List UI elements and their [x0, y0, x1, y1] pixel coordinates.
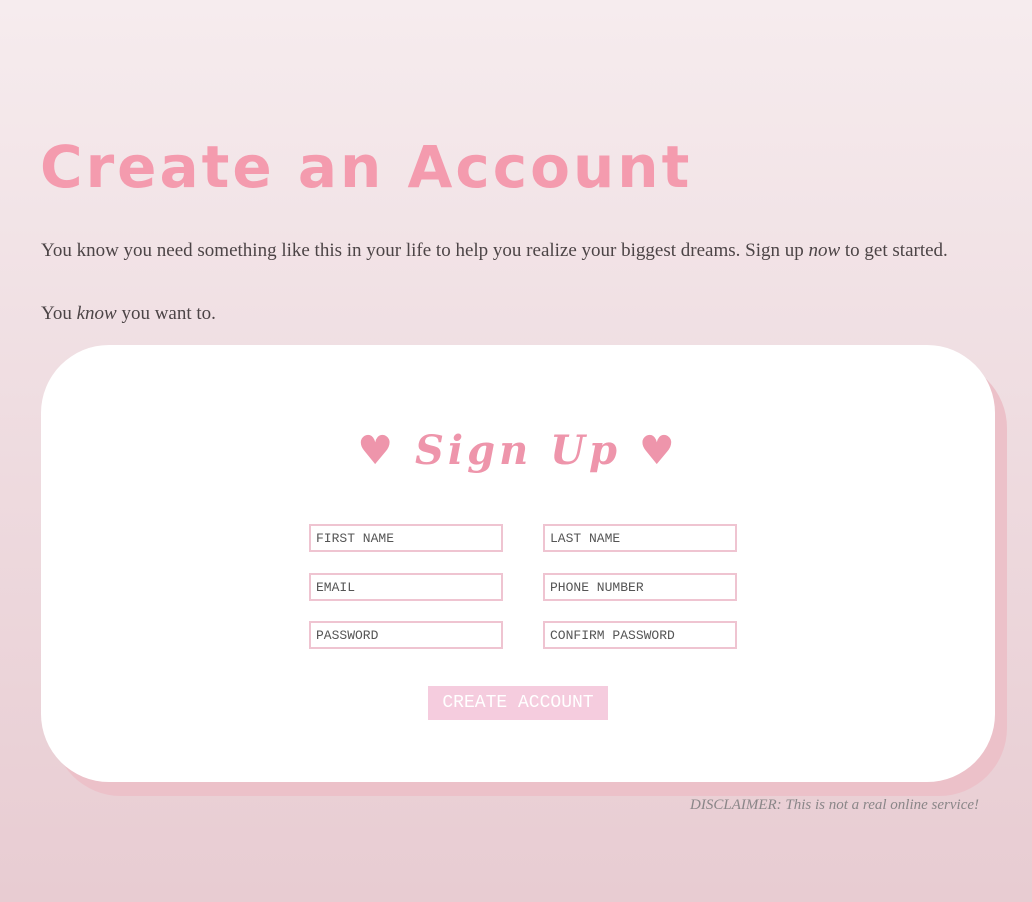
- signup-title-text: Sign Up: [415, 427, 621, 474]
- intro-text-end: to get started.: [840, 240, 948, 261]
- first-name-field[interactable]: [309, 524, 503, 552]
- tagline-text-start: You: [41, 303, 77, 324]
- intro-emphasis: now: [808, 240, 841, 261]
- intro-text: You know you need something like this in…: [41, 240, 948, 263]
- last-name-field[interactable]: [543, 524, 737, 552]
- tagline-emphasis: know: [76, 303, 117, 324]
- confirm-password-field[interactable]: [543, 621, 737, 649]
- tagline-text: You know you want to.: [41, 303, 216, 326]
- create-account-button[interactable]: CREATE ACCOUNT: [428, 686, 608, 720]
- phone-number-field[interactable]: [543, 573, 737, 601]
- intro-text-start: You know you need something like this in…: [41, 240, 809, 261]
- heart-icon-right: ♥: [638, 427, 679, 474]
- signup-title: ♥ Sign Up ♥: [41, 427, 995, 474]
- signup-card: ♥ Sign Up ♥ CREATE ACCOUNT: [41, 345, 995, 782]
- password-field[interactable]: [309, 621, 503, 649]
- heart-icon-left: ♥: [357, 427, 398, 474]
- disclaimer-text: DISCLAIMER: This is not a real online se…: [690, 797, 979, 813]
- page-title: Create an Account: [40, 133, 693, 201]
- email-field[interactable]: [309, 573, 503, 601]
- tagline-text-end: you want to.: [116, 303, 216, 324]
